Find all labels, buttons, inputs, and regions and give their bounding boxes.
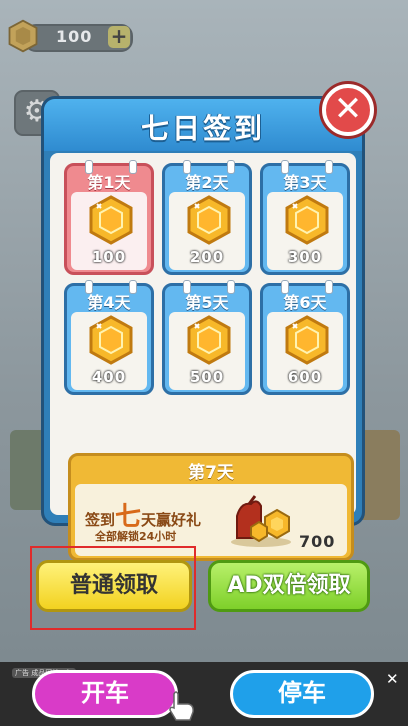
add-coins-button[interactable]: + [108,26,130,48]
coin-icon [187,195,231,245]
promo-text-post: 天赢好礼 [141,511,202,529]
day-card-4[interactable]: 第4天 400 [64,280,154,395]
coin-icon [187,315,231,365]
day-amount: 300 [287,248,323,266]
dialog-title: 七日签到 [140,112,265,145]
coin-icon [285,315,329,365]
day-label: 第4天 [87,293,131,312]
pointer-hand-icon [169,691,194,721]
coin-icon [285,195,329,245]
day-label: 第1天 [87,173,131,192]
coin-counter: 100 + [4,18,134,54]
day-amount: 100 [91,248,127,266]
ad-banner: 广告 成品网站 1年 开车 停车 ✕ [0,662,408,726]
dialog-body: 第1天 100 第2天 200 第3天 300 第4天 400 第5天 500 第6天 600 第7天… [50,153,356,561]
day-card-2[interactable]: 第2天 200 [162,160,252,275]
promo-text-pre: 签到 [85,511,116,529]
day-label: 第2天 [185,173,229,192]
ad-double-claim-button[interactable]: AD双倍领取 [208,560,370,612]
day-amount: 500 [189,368,225,386]
day-7-amount: 700 [299,532,336,551]
dialog-title-bar: 七日签到 [44,99,362,151]
day-card-3[interactable]: 第3天 300 [260,160,350,275]
day-amount: 400 [91,368,127,386]
close-dialog-button[interactable]: ✕ [322,84,374,136]
day-label: 第5天 [185,293,229,312]
ad-start-button[interactable]: 开车 [32,670,178,718]
ad-stop-button[interactable]: 停车 [230,670,374,718]
gift-bag-icon [231,495,291,547]
day-card-6[interactable]: 第6天 600 [260,280,350,395]
coin-count: 100 [56,27,93,46]
coin-icon [89,195,133,245]
coin-icon [8,19,38,53]
day-7-label: 第7天 [188,463,234,483]
coin-icon [89,315,133,365]
day-card-1[interactable]: 第1天 100 [64,160,154,275]
day-card-5[interactable]: 第5天 500 [162,280,252,395]
day-7-subtext: 全部解锁24小时 [95,530,177,543]
ad-close-icon[interactable]: ✕ [386,670,399,688]
day-7-card[interactable]: 第7天 签到七天赢好礼 全部解锁24小时 700 [68,453,354,561]
day-label: 第3天 [283,173,327,192]
day-amount: 200 [189,248,225,266]
day-amount: 600 [287,368,323,386]
day-label: 第6天 [283,293,327,312]
close-icon: ✕ [333,89,363,129]
sign-in-dialog: 七日签到 第1天 100 第2天 200 第3天 300 第4天 400 第5天 500 第6天 60… [41,96,365,561]
highlight-box [30,546,196,630]
